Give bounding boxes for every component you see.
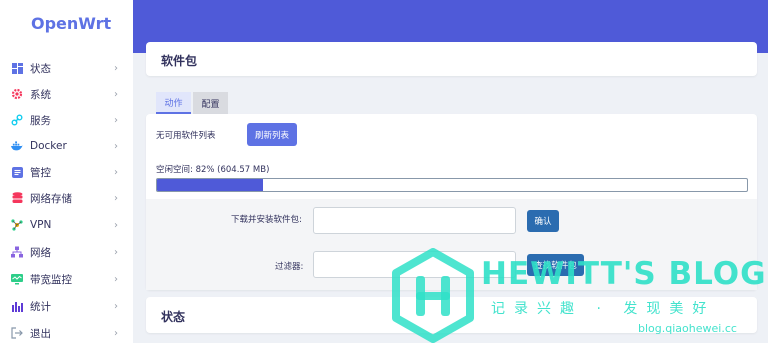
chevron-right-icon: › <box>114 246 118 258</box>
download-install-label: 下载并安装软件包: <box>231 215 302 225</box>
filter-input[interactable] <box>313 251 516 278</box>
network-icon <box>11 246 23 258</box>
sidebar-item-label: 带宽监控 <box>30 273 72 286</box>
sidebar-item-label: 状态 <box>30 62 51 75</box>
sidebar-item-label: 退出 <box>30 327 51 340</box>
chevron-right-icon: › <box>114 88 118 100</box>
sidebar-item-docker[interactable]: Docker › <box>0 133 133 159</box>
status-section-title: 状态 <box>161 310 186 324</box>
sidebar-item-label: 服务 <box>30 114 51 127</box>
sidebar: OpenWrt 状态 › 系统 › 服务 › Docker › 管控 › 网络存… <box>0 0 133 343</box>
no-package-list-text: 无可用软件列表 <box>156 131 216 141</box>
page-title-card: 软件包 <box>146 42 757 76</box>
sidebar-item-label: 系统 <box>30 88 51 101</box>
find-package-button[interactable]: 查找软件包 <box>527 254 584 276</box>
sidebar-item-label: 网络 <box>30 246 51 259</box>
chevron-right-icon: › <box>114 114 118 126</box>
sidebar-item-label: 管控 <box>30 166 51 179</box>
chevron-right-icon: › <box>114 219 118 231</box>
tab-config[interactable]: 配置 <box>193 92 228 114</box>
sidebar-item-network[interactable]: 网络 › <box>0 239 133 265</box>
bar-chart-icon <box>11 300 23 312</box>
docker-whale-icon <box>11 140 23 152</box>
filter-label: 过滤器: <box>275 262 304 272</box>
sidebar-item-storage[interactable]: 网络存储 › <box>0 185 133 211</box>
sidebar-item-vpn[interactable]: VPN › <box>0 212 133 238</box>
free-space-label: 空闲空间: 82% (604.57 MB) <box>156 165 270 175</box>
monitor-icon <box>11 273 23 285</box>
tab-actions[interactable]: 动作 <box>156 92 191 114</box>
status-card: 状态 <box>146 297 757 333</box>
sidebar-item-label: Docker <box>30 140 67 152</box>
sidebar-item-control[interactable]: 管控 › <box>0 159 133 185</box>
chevron-right-icon: › <box>114 300 118 312</box>
control-panel-icon <box>11 166 23 178</box>
sidebar-item-logout[interactable]: 退出 › <box>0 320 133 343</box>
sidebar-item-label: 统计 <box>30 300 51 313</box>
database-icon <box>11 192 23 204</box>
chevron-right-icon: › <box>114 192 118 204</box>
dashboard-icon <box>11 62 23 74</box>
free-space-progress-fill <box>157 179 264 191</box>
sidebar-item-label: 网络存储 <box>30 192 72 205</box>
brand-logo[interactable]: OpenWrt <box>31 14 111 33</box>
chevron-right-icon: › <box>114 166 118 178</box>
free-space-progress-bar <box>156 178 748 192</box>
sidebar-item-services[interactable]: 服务 › <box>0 107 133 133</box>
sidebar-item-label: VPN <box>30 219 52 231</box>
sidebar-item-bandwidth[interactable]: 带宽监控 › <box>0 266 133 292</box>
page-title: 软件包 <box>161 54 198 68</box>
gear-icon <box>11 88 23 100</box>
refresh-list-button[interactable]: 刷新列表 <box>247 123 297 146</box>
chevron-right-icon: › <box>114 327 118 339</box>
sidebar-item-system[interactable]: 系统 › <box>0 81 133 107</box>
sidebar-item-status[interactable]: 状态 › <box>0 55 133 81</box>
sidebar-item-statistics[interactable]: 统计 › <box>0 293 133 319</box>
link-icon <box>11 114 23 126</box>
confirm-button[interactable]: 确认 <box>527 210 559 232</box>
chevron-right-icon: › <box>114 62 118 74</box>
logout-icon <box>11 327 23 339</box>
chevron-right-icon: › <box>114 273 118 285</box>
package-url-input[interactable] <box>313 207 516 234</box>
chevron-right-icon: › <box>114 140 118 152</box>
vpn-icon <box>11 219 23 231</box>
